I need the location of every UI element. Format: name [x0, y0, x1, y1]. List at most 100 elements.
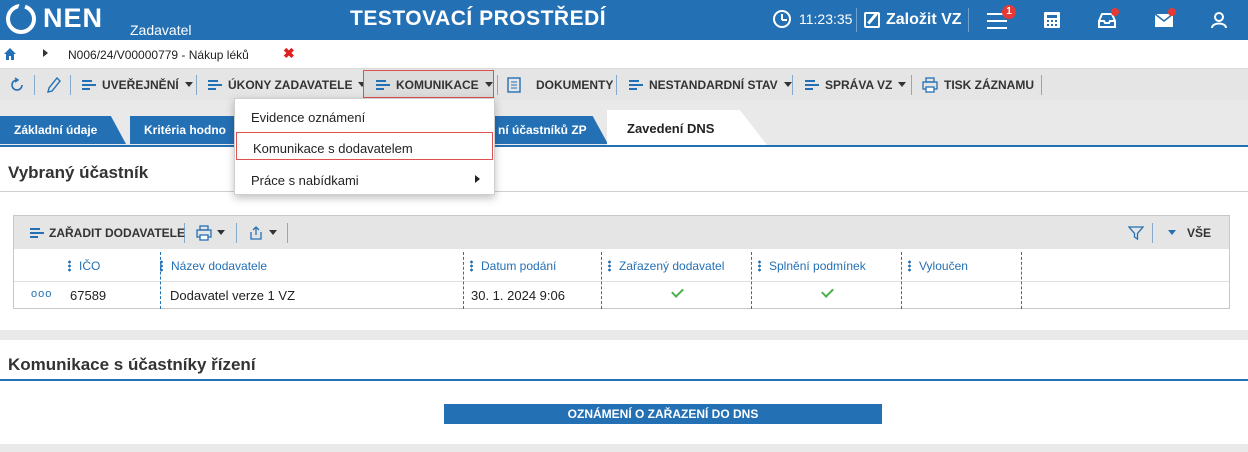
- caret-down-icon: [269, 230, 277, 235]
- check-icon: [671, 285, 684, 298]
- column-menu-icon: [908, 259, 911, 272]
- column-header-name[interactable]: Název dodavatele: [160, 249, 267, 282]
- selected-participant-title: Vybraný účastník: [8, 163, 149, 182]
- list-icon: [208, 78, 222, 92]
- refresh-icon[interactable]: [9, 77, 25, 93]
- caret-down-icon: [898, 82, 907, 87]
- acts-menu-label: ÚKONY ZADAVATELE: [228, 77, 353, 92]
- brand-name: NEN: [43, 3, 104, 33]
- dns-notice-button[interactable]: OZNÁMENÍ O ZAŘAZENÍ DO DNS: [444, 404, 882, 424]
- add-supplier-button[interactable]: ZAŘADIT DODAVATELE: [30, 216, 185, 249]
- edit-icon: [864, 12, 880, 28]
- divider: [968, 8, 969, 32]
- close-icon[interactable]: ✖: [283, 45, 295, 62]
- brand-subtitle: Zadavatel: [130, 22, 192, 38]
- tab-basic[interactable]: Základní údaje: [0, 116, 126, 144]
- divider: [196, 75, 197, 95]
- column-header-label: Vyloučen: [919, 258, 968, 273]
- management-menu-label: SPRÁVA VZ: [825, 77, 893, 92]
- publish-menu-label: UVEŘEJNĚNÍ: [102, 77, 179, 92]
- export-icon: [250, 225, 262, 240]
- column-header-label: Splnění podmínek: [769, 258, 866, 273]
- inbox-alert-dot: [1111, 8, 1119, 16]
- add-supplier-label: ZAŘADIT DODAVATELE: [49, 225, 185, 240]
- session-time: 11:23:35: [799, 11, 853, 27]
- communication-dropdown: Evidence oznámení Komunikace s dodavatel…: [234, 98, 495, 195]
- notification-badge: 1: [1002, 5, 1016, 19]
- divider: [1041, 75, 1042, 95]
- print-record-button[interactable]: TISK ZÁZNAMU: [922, 69, 1034, 100]
- pencil-icon[interactable]: [47, 77, 61, 93]
- panel-rule: [0, 379, 1248, 381]
- column-header-conditions[interactable]: Splnění podmínek: [758, 249, 866, 282]
- caret-down-icon: [184, 82, 193, 87]
- communication-menu-label: KOMUNIKACE: [396, 77, 479, 92]
- column-menu-icon: [758, 259, 761, 272]
- create-vz-button[interactable]: Založit VZ: [864, 8, 962, 32]
- all-records-label: VŠE: [1187, 225, 1212, 240]
- list-icon: [376, 78, 390, 92]
- divider: [236, 223, 237, 243]
- column-header-excluded[interactable]: Vyloučen: [908, 249, 968, 282]
- tab-dns[interactable]: Zavedení DNS: [607, 110, 767, 145]
- column-menu-icon: [68, 259, 71, 272]
- column-header-date[interactable]: Datum podání: [470, 249, 556, 282]
- communication-title: Komunikace s účastníky řízení: [8, 355, 256, 374]
- create-vz-label: Založit VZ: [886, 11, 962, 28]
- nonstandard-menu-label: NESTANDARDNÍ STAV: [649, 77, 778, 92]
- divider: [616, 75, 617, 95]
- cell-supplier-name: Dodavatel verze 1 VZ: [170, 288, 296, 303]
- caret-down-icon: [1168, 230, 1176, 235]
- column-header-assigned[interactable]: Zařazený dodavatel: [608, 249, 724, 282]
- list-icon: [30, 226, 44, 240]
- caret-down-icon: [484, 82, 493, 87]
- menu-item-offers[interactable]: Práce s nabídkami: [235, 165, 494, 193]
- breadcrumb-current[interactable]: N006/24/V00000779 - Nákup léků: [68, 48, 249, 62]
- caret-down-icon: [783, 82, 792, 87]
- documents-menu[interactable]: DOKUMENTY: [506, 69, 613, 100]
- divider: [0, 191, 1248, 192]
- tab-participants[interactable]: ní účastníků ZP: [480, 116, 608, 144]
- management-menu[interactable]: SPRÁVA VZ: [805, 69, 907, 100]
- printer-icon: [196, 224, 212, 241]
- documents-menu-label: DOKUMENTY: [536, 77, 614, 92]
- print-grid-button[interactable]: [196, 216, 225, 249]
- column-menu-icon: [470, 259, 473, 272]
- divider: [70, 75, 71, 95]
- publish-menu[interactable]: UVEŘEJNĚNÍ: [82, 69, 193, 100]
- column-header-ico[interactable]: IČO: [68, 249, 100, 282]
- grid-toolbar: ZAŘADIT DODAVATELE VŠE: [14, 216, 1229, 249]
- column-header-label: IČO: [79, 258, 101, 273]
- tab-criteria[interactable]: Kritéria hodno: [130, 116, 240, 144]
- cell-ico: 67589: [70, 288, 107, 303]
- table-row[interactable]: ooo 67589 Dodavatel verze 1 VZ 30. 1. 20…: [14, 282, 1229, 308]
- menu-item-offers-label: Práce s nabídkami: [251, 173, 359, 188]
- divider: [497, 75, 498, 95]
- calculator-icon[interactable]: [1042, 10, 1062, 30]
- environment-title: TESTOVACÍ PROSTŘEDÍ: [350, 7, 607, 30]
- acts-menu[interactable]: ÚKONY ZADAVATELE: [208, 69, 367, 100]
- menu-item-supplier-communication[interactable]: Komunikace s dodavatelem: [236, 132, 493, 160]
- check-icon: [821, 285, 834, 298]
- nonstandard-menu[interactable]: NESTANDARDNÍ STAV: [629, 69, 792, 100]
- row-actions-icon[interactable]: ooo: [31, 288, 52, 300]
- divider: [856, 8, 857, 32]
- clock-icon: [773, 10, 791, 28]
- filter-icon[interactable]: [1128, 225, 1144, 241]
- menu-item-notices[interactable]: Evidence oznámení: [235, 102, 494, 130]
- home-icon[interactable]: [4, 48, 16, 60]
- column-header-label: Zařazený dodavatel: [619, 258, 725, 273]
- nen-logo-icon: [6, 4, 36, 34]
- export-button[interactable]: [248, 216, 277, 249]
- document-icon: [507, 76, 521, 93]
- grid-header: IČO Název dodavatele Datum podání Zařaze…: [14, 249, 1229, 282]
- chevron-right-icon: [475, 175, 480, 183]
- breadcrumb-arrow-icon: [43, 49, 48, 57]
- divider: [1152, 223, 1153, 243]
- all-records-toggle[interactable]: VŠE: [1168, 216, 1211, 249]
- main-toolbar: UVEŘEJNĚNÍ ÚKONY ZADAVATELE KOMUNIKACE D…: [0, 69, 1248, 100]
- communication-panel: Komunikace s účastníky řízení: [0, 340, 1248, 444]
- list-icon: [82, 78, 96, 92]
- user-icon[interactable]: [1209, 10, 1229, 30]
- communication-menu[interactable]: KOMUNIKACE: [376, 69, 493, 100]
